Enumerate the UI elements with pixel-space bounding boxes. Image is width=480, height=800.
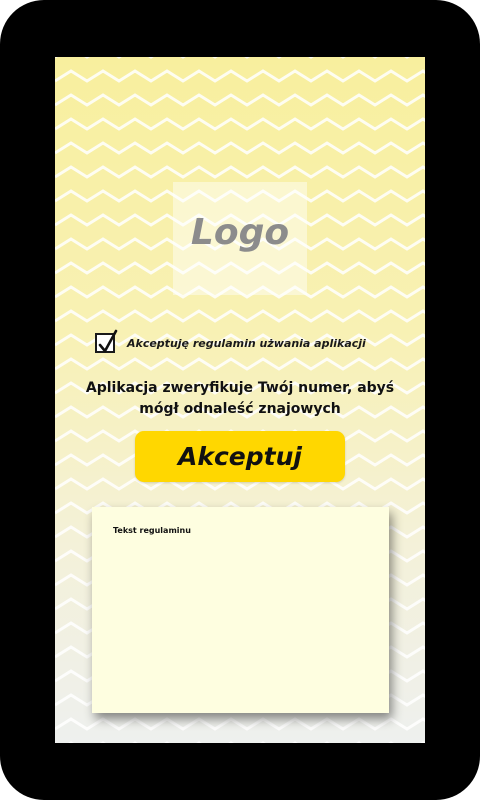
- terms-consent-row[interactable]: Akceptuję regulamin użwania aplikacji: [95, 329, 366, 356]
- chevron-line: [55, 165, 425, 179]
- chevron-line: [55, 309, 425, 323]
- logo-placeholder: Logo: [173, 182, 307, 295]
- terms-consent-label: Akceptuję regulamin użwania aplikacji: [127, 336, 366, 350]
- accept-button[interactable]: Akceptuj: [135, 431, 345, 482]
- chevron-line: [55, 357, 425, 371]
- chevron-line: [55, 117, 425, 131]
- device-frame: Logo Akceptuję regulamin użwania aplikac…: [0, 0, 480, 800]
- logo-text: Logo: [190, 212, 290, 253]
- checkmark-icon: [98, 329, 118, 353]
- terms-text: Tekst regulaminu: [113, 526, 191, 535]
- verification-message: Aplikacja zweryfikuje Twój numer, abyś m…: [85, 380, 395, 417]
- terms-text-panel[interactable]: Tekst regulaminu: [92, 507, 389, 713]
- app-screen: Logo Akceptuję regulamin użwania aplikac…: [55, 57, 425, 743]
- chevron-line: [55, 141, 425, 155]
- chevron-line: [55, 93, 425, 107]
- terms-checkbox[interactable]: [95, 329, 118, 353]
- chevron-line: [55, 717, 425, 731]
- chevron-line: [55, 69, 425, 83]
